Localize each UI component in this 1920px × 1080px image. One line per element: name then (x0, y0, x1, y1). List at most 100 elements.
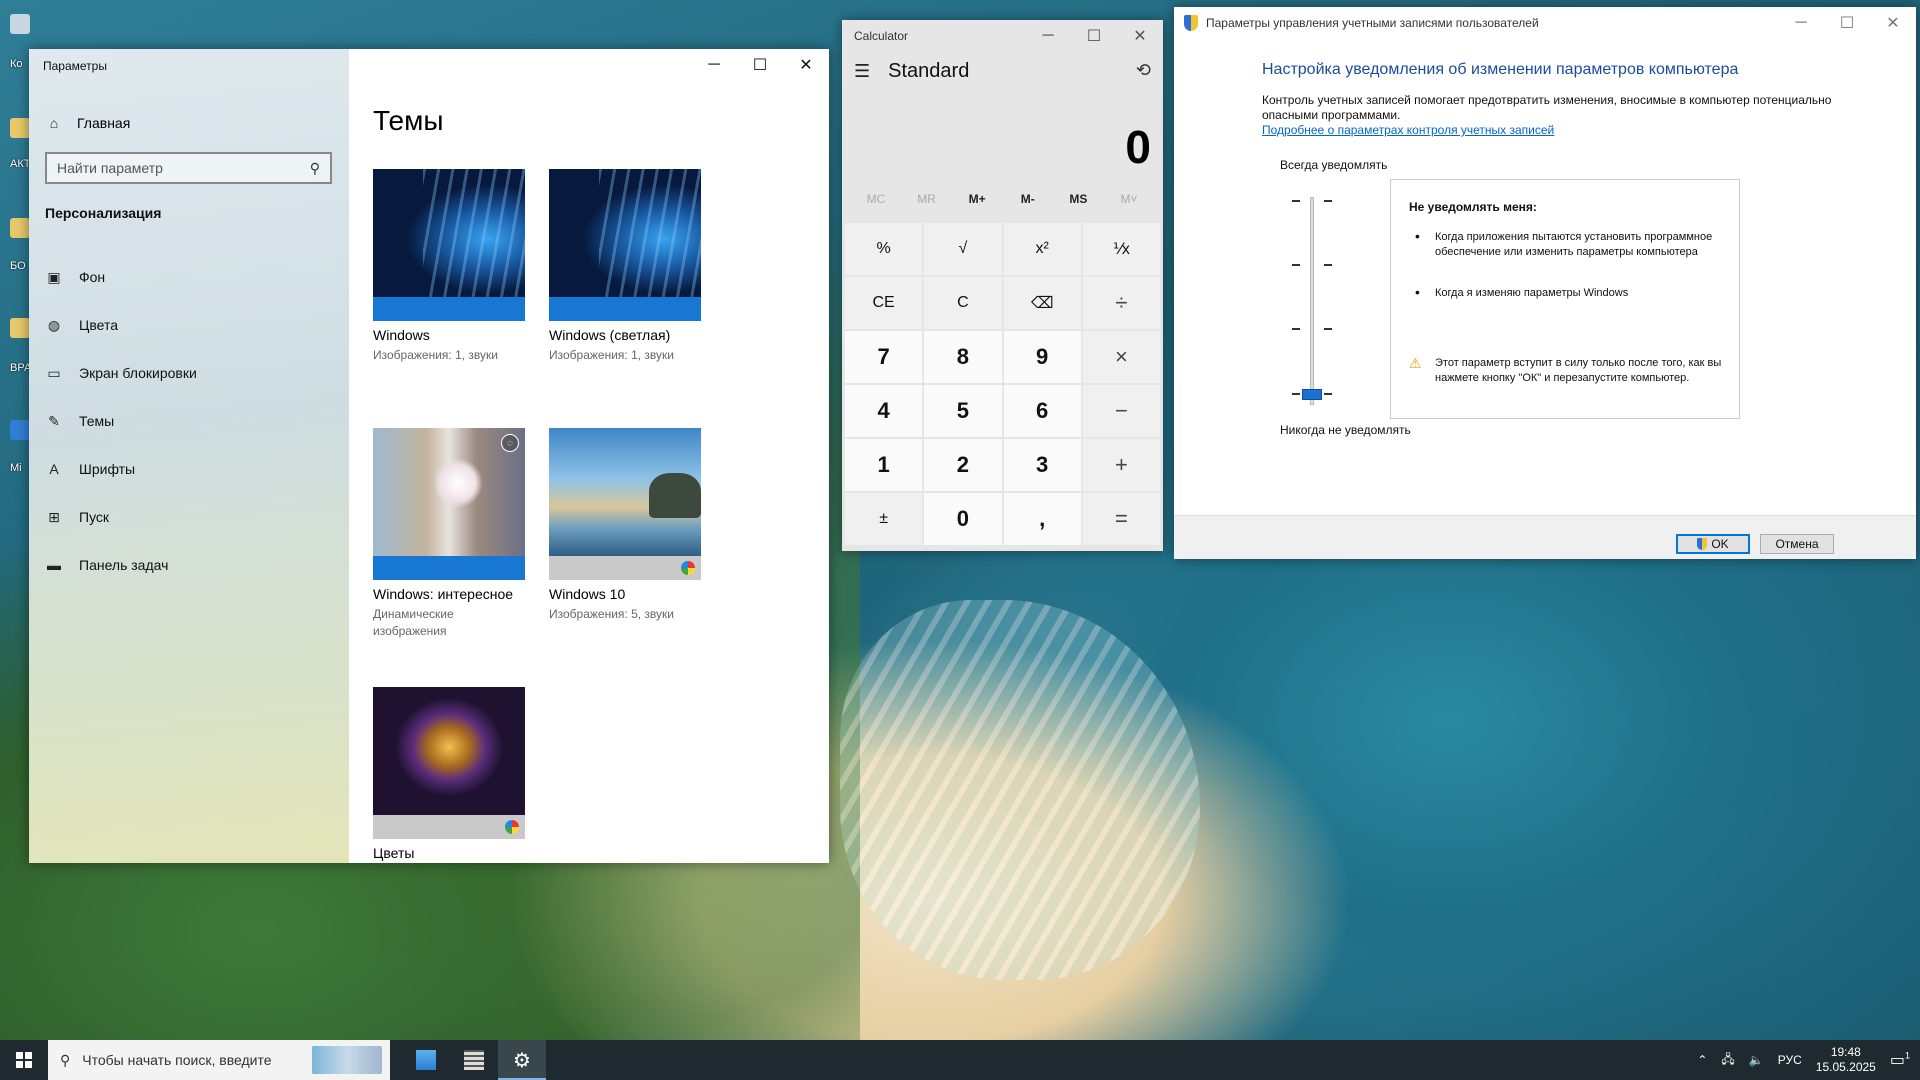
minimize-icon[interactable]: ─ (691, 49, 737, 81)
recycle-bin-icon[interactable] (10, 14, 30, 34)
ok-button[interactable]: OK (1676, 534, 1750, 554)
backspace-button[interactable]: ⌫ (1003, 277, 1081, 329)
sidebar-nav: ▣ Фон ◍ Цвета ▭ Экран блокировки ✎ Темы … (45, 253, 197, 589)
sidebar-item-label: Пуск (79, 509, 110, 525)
taskbar-search-input[interactable]: ⚲ Чтобы начать поиск, введите (48, 1040, 390, 1080)
memory-list-button[interactable]: M˅ (1105, 192, 1153, 206)
memory-subtract-button[interactable]: M- (1004, 192, 1052, 206)
taskbar-search-placeholder: Чтобы начать поиск, введите (82, 1052, 272, 1068)
digit-9-button[interactable]: 9 (1003, 331, 1081, 383)
sidebar-item-label: Экран блокировки (79, 365, 197, 381)
uac-slider-track[interactable] (1310, 197, 1314, 405)
menu-icon[interactable]: ☰ (854, 61, 870, 82)
reciprocal-button[interactable]: ⅟x (1082, 223, 1160, 275)
notification-icon[interactable]: ▭1 (1890, 1050, 1910, 1070)
uac-level-description: Не уведомлять меня: Когда приложения пыт… (1390, 179, 1740, 419)
digit-8-button[interactable]: 8 (924, 331, 1002, 383)
system-tray: ⌃ 🖧 🔈 РУС 19:48 15.05.2025 ▭1 (1697, 1045, 1920, 1075)
input-language[interactable]: РУС (1778, 1053, 1802, 1067)
window-controls: ─ ☐ ✕ (1025, 20, 1163, 52)
minimize-icon[interactable]: ─ (1778, 7, 1824, 39)
uac-footer: OK Отмена (1174, 515, 1916, 559)
clear-entry-button[interactable]: CE (845, 277, 923, 329)
close-icon[interactable]: ✕ (1117, 20, 1163, 52)
digit-4-button[interactable]: 4 (845, 385, 923, 437)
uac-help-link[interactable]: Подробнее о параметрах контроля учетных … (1262, 123, 1554, 137)
theme-accent-bar (373, 297, 525, 321)
minimize-icon[interactable]: ─ (1025, 20, 1071, 52)
close-icon[interactable]: ✕ (783, 49, 829, 81)
sidebar-item-themes[interactable]: ✎ Темы (45, 397, 197, 445)
divide-button[interactable]: ÷ (1082, 277, 1160, 329)
slider-bottom-label: Никогда не уведомлять (1280, 423, 1411, 437)
digit-0-button[interactable]: 0 (924, 493, 1002, 545)
sidebar-item-colors[interactable]: ◍ Цвета (45, 301, 197, 349)
sidebar-item-fonts[interactable]: A Шрифты (45, 445, 197, 493)
decimal-button[interactable]: , (1003, 493, 1081, 545)
close-icon[interactable]: ✕ (1870, 7, 1916, 39)
search-icon: ⚲ (60, 1051, 71, 1068)
edge-icon[interactable] (10, 420, 30, 440)
negate-button[interactable]: ± (845, 493, 923, 545)
network-icon[interactable]: 🖧 (1721, 1050, 1734, 1071)
theme-preview-image (549, 169, 701, 297)
theme-flowers[interactable]: Цветы (373, 687, 525, 861)
folder-icon[interactable] (10, 218, 30, 238)
theme-windows[interactable]: Windows Изображения: 1, звуки (373, 169, 525, 364)
clear-button[interactable]: C (924, 277, 1002, 329)
digit-5-button[interactable]: 5 (924, 385, 1002, 437)
theme-windows-spotlight[interactable]: ◌ Windows: интересное Динамические изобр… (373, 428, 525, 640)
app-window-icon (416, 1050, 436, 1070)
digit-2-button[interactable]: 2 (924, 439, 1002, 491)
square-button[interactable]: x² (1003, 223, 1081, 275)
taskbar-app-explorer[interactable] (402, 1040, 450, 1080)
add-button[interactable]: + (1082, 439, 1160, 491)
memory-clear-button[interactable]: MC (852, 192, 900, 206)
sidebar-section-title: Персонализация (45, 205, 162, 221)
equals-button[interactable]: = (1082, 493, 1160, 545)
desktop-label: Ко (10, 58, 23, 70)
theme-subtitle: Изображения: 1, звуки (373, 348, 498, 362)
maximize-icon[interactable]: ☐ (1071, 20, 1117, 52)
sidebar-item-taskbar[interactable]: ▬ Панель задач (45, 541, 197, 589)
subtract-button[interactable]: − (1082, 385, 1160, 437)
sidebar-item-background[interactable]: ▣ Фон (45, 253, 197, 301)
slider-tick (1324, 393, 1332, 395)
theme-preview-image (373, 687, 525, 815)
cancel-button[interactable]: Отмена (1760, 534, 1834, 554)
slider-tick (1324, 264, 1332, 266)
sidebar-item-lock-screen[interactable]: ▭ Экран блокировки (45, 349, 197, 397)
settings-search-input[interactable]: Найти параметр ⚲ (45, 152, 332, 184)
sqrt-button[interactable]: √ (924, 223, 1002, 275)
theme-accent-bar (549, 297, 701, 321)
memory-recall-button[interactable]: MR (903, 192, 951, 206)
sidebar-home[interactable]: ⌂ Главная (45, 111, 131, 135)
maximize-icon[interactable]: ☐ (1824, 7, 1870, 39)
folder-icon[interactable] (10, 118, 30, 138)
digit-6-button[interactable]: 6 (1003, 385, 1081, 437)
taskbar-app-settings[interactable]: ⚙ (498, 1040, 546, 1080)
slider-tick (1324, 200, 1332, 202)
taskbar-app-calculator[interactable] (450, 1040, 498, 1080)
uac-slider-thumb[interactable] (1302, 389, 1322, 400)
start-button[interactable] (0, 1040, 48, 1080)
digit-7-button[interactable]: 7 (845, 331, 923, 383)
theme-windows-light[interactable]: Windows (светлая) Изображения: 1, звуки (549, 169, 701, 364)
slider-tick (1292, 264, 1300, 266)
history-icon[interactable]: ⟲ (1136, 60, 1151, 81)
clock[interactable]: 19:48 15.05.2025 (1816, 1045, 1876, 1075)
maximize-icon[interactable]: ☐ (737, 49, 783, 81)
memory-store-button[interactable]: MS (1054, 192, 1102, 206)
digit-3-button[interactable]: 3 (1003, 439, 1081, 491)
sidebar-home-label: Главная (77, 115, 131, 131)
slider-top-label: Всегда уведомлять (1280, 158, 1388, 172)
volume-icon[interactable]: 🔈 (1749, 1053, 1764, 1067)
digit-1-button[interactable]: 1 (845, 439, 923, 491)
sidebar-item-start[interactable]: ⊞ Пуск (45, 493, 197, 541)
percent-button[interactable]: % (845, 223, 923, 275)
multiply-button[interactable]: × (1082, 331, 1160, 383)
theme-windows-10[interactable]: Windows 10 Изображения: 5, звуки (549, 428, 701, 623)
chevron-up-icon[interactable]: ⌃ (1697, 1053, 1707, 1067)
memory-add-button[interactable]: M+ (953, 192, 1001, 206)
folder-icon[interactable] (10, 318, 30, 338)
